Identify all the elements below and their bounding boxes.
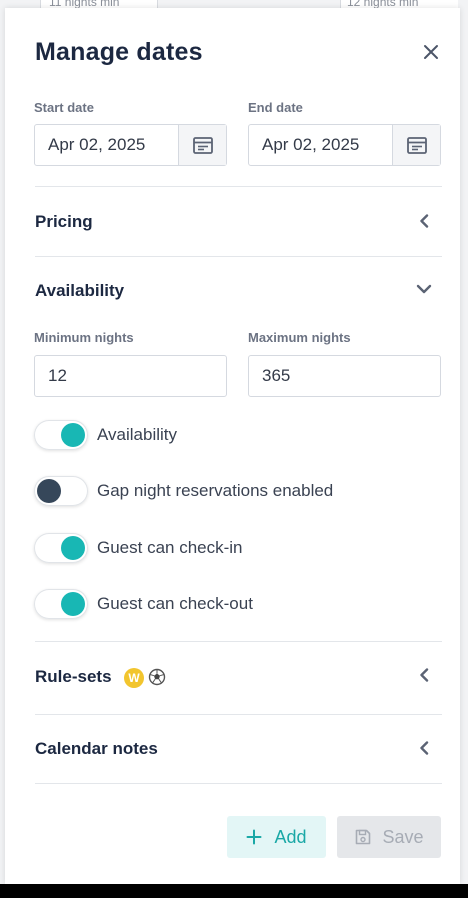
chevron-down-glyph: [416, 284, 432, 294]
panel-title: Manage dates: [35, 38, 203, 66]
calendar-icon[interactable]: [392, 125, 440, 165]
chevron-down-icon[interactable]: [416, 281, 432, 297]
minimum-nights-label: Minimum nights: [34, 330, 134, 345]
divider: [35, 714, 442, 715]
end-date-label: End date: [248, 100, 303, 115]
toggle-knob: [37, 479, 61, 503]
close-icon[interactable]: [419, 42, 443, 66]
chevron-left-glyph: [420, 741, 429, 755]
end-date-value: Apr 02, 2025: [262, 135, 360, 154]
divider: [35, 783, 442, 784]
maximum-nights-label: Maximum nights: [248, 330, 351, 345]
chevron-left-glyph: [420, 214, 429, 228]
end-date-field[interactable]: Apr 02, 2025: [248, 124, 441, 166]
availability-toggle[interactable]: [34, 420, 88, 450]
divider: [35, 256, 442, 257]
check-out-toggle-label: Guest can check-out: [97, 594, 253, 613]
start-date-field[interactable]: Apr 02, 2025: [34, 124, 227, 166]
chevron-left-icon[interactable]: [416, 667, 432, 683]
calendar-icon[interactable]: [178, 125, 226, 165]
toggle-knob: [61, 536, 85, 560]
manage-dates-panel: Manage dates Start date Apr 02, 2025 End…: [5, 8, 460, 884]
divider: [35, 641, 442, 642]
rule-sets-section-title[interactable]: Rule-sets: [35, 667, 112, 687]
calendar-icon-glyph: [192, 137, 213, 154]
soccer-ball-glyph: [148, 668, 166, 686]
add-button-label: Add: [274, 826, 307, 847]
divider: [35, 186, 442, 187]
maximum-nights-input[interactable]: 365: [248, 355, 441, 397]
rule-set-badge: W: [124, 668, 144, 688]
check-out-toggle[interactable]: [34, 589, 88, 619]
check-in-toggle-label: Guest can check-in: [97, 538, 243, 557]
add-button[interactable]: Add: [227, 816, 326, 858]
availability-toggle-label: Availability: [97, 425, 178, 444]
pricing-section-title[interactable]: Pricing: [35, 212, 93, 232]
gap-night-toggle[interactable]: [34, 476, 88, 506]
calendar-icon-glyph: [406, 137, 427, 154]
soccer-ball-icon: [148, 668, 166, 686]
chevron-left-glyph: [420, 668, 429, 682]
check-in-toggle[interactable]: [34, 533, 88, 563]
chevron-left-icon[interactable]: [416, 740, 432, 756]
save-button-label: Save: [382, 826, 424, 847]
start-date-value: Apr 02, 2025: [48, 135, 146, 154]
chevron-left-icon[interactable]: [416, 213, 432, 229]
toggle-knob: [61, 423, 85, 447]
close-icon-glyph: [424, 45, 438, 59]
availability-section-title[interactable]: Availability: [35, 281, 124, 301]
minimum-nights-input[interactable]: 12: [34, 355, 227, 397]
gap-night-toggle-label: Gap night reservations enabled: [97, 481, 334, 500]
plus-icon: [246, 829, 262, 845]
save-button[interactable]: Save: [337, 816, 441, 858]
calendar-notes-section-title[interactable]: Calendar notes: [35, 739, 158, 759]
floppy-disk-icon: [356, 829, 371, 845]
start-date-label: Start date: [34, 100, 94, 115]
toggle-knob: [61, 592, 85, 616]
